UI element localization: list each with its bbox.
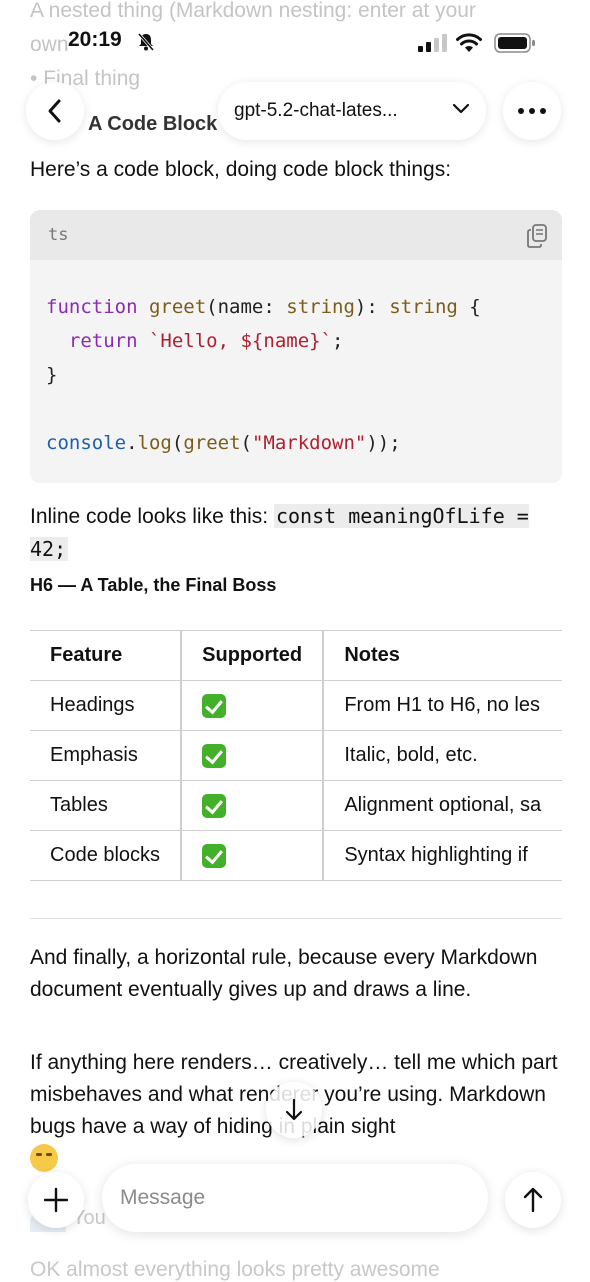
code-intro-text: Here’s a code block, doing code block th… xyxy=(30,158,452,181)
table-row: Headings From H1 to H6, no les xyxy=(30,680,562,731)
code-language-label: ts xyxy=(48,225,69,245)
code-line: function greet(name: string): string { xyxy=(46,296,481,318)
inline-code-prefix: Inline code looks like this: xyxy=(30,505,274,528)
status-time: 20:19 xyxy=(68,28,122,51)
smirk-emoji-icon xyxy=(30,1144,58,1172)
table-header-cell: Supported xyxy=(181,630,325,681)
back-button[interactable] xyxy=(26,82,84,140)
copy-icon[interactable] xyxy=(526,224,548,248)
code-line: } xyxy=(46,364,58,386)
ellipsis-icon xyxy=(518,108,546,114)
plus-icon xyxy=(43,1187,69,1213)
code-block: ts function greet(name: string): string … xyxy=(30,210,562,483)
next-user-message: OK almost everything looks pretty awesom… xyxy=(30,1258,440,1281)
inline-code-paragraph: Inline code looks like this: const meani… xyxy=(30,500,562,566)
more-options-button[interactable] xyxy=(503,82,561,140)
arrow-up-icon xyxy=(523,1187,543,1213)
table-cell: Tables xyxy=(30,780,183,831)
wifi-icon xyxy=(456,33,482,52)
chevron-left-icon xyxy=(48,99,61,123)
table-cell: Code blocks xyxy=(30,830,183,881)
table-cell xyxy=(181,780,325,831)
check-mark-icon xyxy=(202,693,227,718)
code-line: return `Hello, ${name}`; xyxy=(68,330,344,352)
table-row: Code blocks Syntax highlighting if xyxy=(30,830,562,881)
table-cell xyxy=(181,730,325,781)
scrolled-line: A nested thing (Markdown nesting: enter … xyxy=(30,0,476,22)
table-cell: Syntax highlighting if xyxy=(323,830,562,881)
check-mark-icon xyxy=(202,843,227,868)
code-block-header: ts xyxy=(30,210,562,260)
table-cell: Emphasis xyxy=(30,730,183,781)
message-input[interactable] xyxy=(102,1164,488,1232)
code-line: console.log(greet("Markdown")); xyxy=(46,432,401,454)
final-paragraph-1: And finally, a horizontal rule, because … xyxy=(30,946,538,1001)
code-content: function greet(name: string): string { r… xyxy=(30,260,562,460)
bell-muted-icon xyxy=(137,33,155,51)
model-selector-label: gpt-5.2-chat-lates... xyxy=(234,100,398,121)
table-cell: Alignment optional, sa xyxy=(323,780,562,831)
arrow-down-icon xyxy=(285,1098,303,1121)
send-button[interactable] xyxy=(505,1172,561,1228)
check-mark-icon xyxy=(202,793,227,818)
table-header-row: Feature Supported Notes xyxy=(30,630,562,681)
check-mark-icon xyxy=(202,743,227,768)
table-header-cell: Feature xyxy=(30,630,183,681)
table-cell: Italic, bold, etc. xyxy=(323,730,562,781)
table-cell xyxy=(181,830,325,881)
section-title-partial: A Code Block xyxy=(88,113,218,135)
add-attachment-button[interactable] xyxy=(28,1172,84,1228)
horizontal-rule xyxy=(30,918,562,919)
table-cell xyxy=(181,680,325,731)
cellular-signal-icon xyxy=(418,34,447,52)
scroll-to-bottom-button[interactable] xyxy=(266,1082,322,1138)
markdown-table: Feature Supported Notes Headings From H1… xyxy=(30,630,562,884)
model-selector-button[interactable]: gpt-5.2-chat-lates... xyxy=(218,82,486,140)
battery-icon xyxy=(494,33,535,53)
table-cell: Headings xyxy=(30,680,183,731)
table-cell: From H1 to H6, no les xyxy=(323,680,562,731)
table-header-cell: Notes xyxy=(323,630,562,681)
chevron-down-icon xyxy=(452,103,470,114)
table-row: Tables Alignment optional, sa xyxy=(30,780,562,831)
table-row: Emphasis Italic, bold, etc. xyxy=(30,730,562,781)
heading-h6: H6 — A Table, the Final Boss xyxy=(30,575,277,595)
